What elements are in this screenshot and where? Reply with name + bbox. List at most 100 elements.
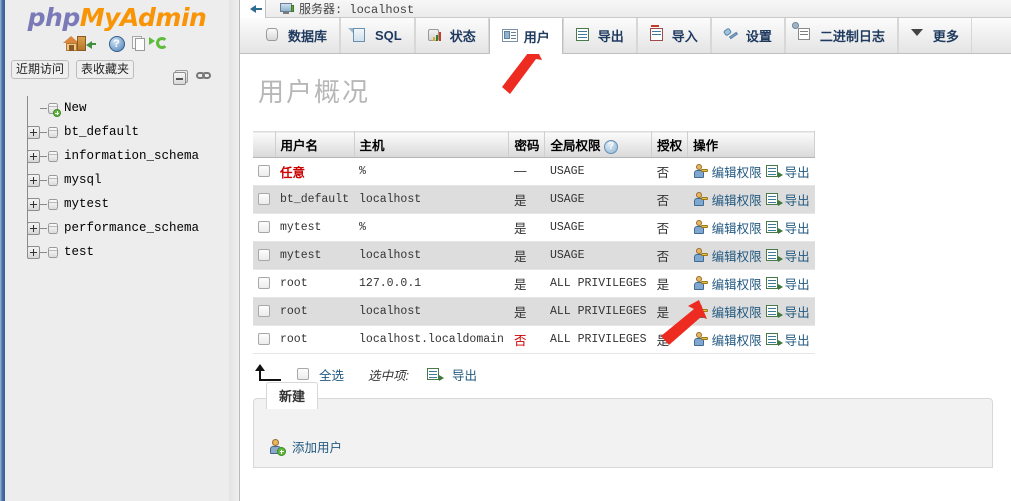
edit-privileges-link[interactable]: 编辑权限 xyxy=(712,162,762,181)
link-with-main-panel-icon[interactable] xyxy=(196,70,213,87)
export-link[interactable]: 导出 xyxy=(785,274,810,293)
reload-icon[interactable] xyxy=(148,36,172,53)
edit-privileges-link[interactable]: 编辑权限 xyxy=(712,218,762,237)
row-checkbox-cell[interactable] xyxy=(253,157,275,186)
back-button[interactable] xyxy=(240,0,266,18)
export-icon[interactable] xyxy=(765,193,783,206)
expand-icon[interactable] xyxy=(27,149,40,163)
edit-privileges-icon[interactable] xyxy=(693,164,708,179)
export-icon[interactable] xyxy=(765,165,783,178)
phpmyadmin-logo[interactable]: phpMyAdmin xyxy=(5,0,229,30)
expand-icon[interactable] xyxy=(27,221,40,235)
cell-actions: 编辑权限 导出 xyxy=(687,185,815,214)
export-icon[interactable] xyxy=(765,277,783,290)
edit-privileges-link[interactable]: 编辑权限 xyxy=(712,190,762,209)
column-header-password[interactable]: 密码 xyxy=(508,131,546,158)
sidebar-content: phpMyAdmin ? 近期访问 表收藏夹 New bt_default in… xyxy=(5,0,229,501)
footer-export-link[interactable]: 导出 xyxy=(452,365,477,384)
collapse-all-icon[interactable] xyxy=(173,70,190,87)
row-checkbox-cell[interactable] xyxy=(253,297,275,326)
cell-host: % xyxy=(354,157,509,186)
check-all-checkbox[interactable] xyxy=(297,368,309,380)
expand-icon[interactable] xyxy=(27,173,40,187)
cell-grant: 是 xyxy=(651,297,688,326)
check-all-label[interactable]: 全选 xyxy=(319,365,344,384)
cell-actions: 编辑权限 导出 xyxy=(687,157,815,186)
tab-status[interactable]: 状态 xyxy=(414,18,489,53)
tree-item-label: bt_default xyxy=(64,125,140,139)
add-user-link[interactable]: 添加用户 xyxy=(292,437,342,456)
tree-item-information_schema[interactable]: information_schema xyxy=(13,144,223,168)
row-checkbox[interactable] xyxy=(258,276,270,289)
tree-item-test[interactable]: test xyxy=(13,240,223,264)
edit-privileges-icon[interactable] xyxy=(693,192,708,207)
new-tab-label[interactable]: 新建 xyxy=(266,382,319,409)
expand-icon[interactable] xyxy=(27,197,40,211)
edit-privileges-link[interactable]: 编辑权限 xyxy=(712,274,762,293)
tree-item-new[interactable]: New xyxy=(13,96,223,120)
export-icon[interactable] xyxy=(765,305,783,318)
table-row[interactable]: 任意 % — USAGE 否 编辑权限 导出 xyxy=(253,157,815,186)
edit-privileges-link[interactable]: 编辑权限 xyxy=(712,302,762,321)
export-icon[interactable] xyxy=(427,367,444,381)
row-checkbox-cell[interactable] xyxy=(253,269,275,298)
edit-privileges-link[interactable]: 编辑权限 xyxy=(712,246,762,265)
row-checkbox[interactable] xyxy=(258,304,270,317)
export-link[interactable]: 导出 xyxy=(785,246,810,265)
export-icon[interactable] xyxy=(765,333,783,346)
edit-privileges-icon[interactable] xyxy=(693,220,708,235)
expand-icon[interactable] xyxy=(27,245,40,259)
help-icon[interactable]: ? xyxy=(108,36,126,53)
edit-privileges-icon[interactable] xyxy=(693,304,708,319)
row-checkbox-cell[interactable] xyxy=(253,185,275,214)
table-row[interactable]: mytest localhost 是 USAGE 否 编辑权限 导出 xyxy=(253,241,815,270)
tab-export[interactable]: 导出 xyxy=(562,18,637,53)
row-checkbox[interactable] xyxy=(258,192,270,205)
row-checkbox[interactable] xyxy=(258,248,270,261)
export-icon[interactable] xyxy=(765,221,783,234)
column-header-username[interactable]: 用户名 xyxy=(275,131,355,158)
expand-icon[interactable] xyxy=(27,125,40,139)
edit-privileges-icon[interactable] xyxy=(693,276,708,291)
tab-more[interactable]: 更多 xyxy=(897,18,972,53)
tab-databases[interactable]: 数据库 xyxy=(254,18,341,53)
logout-icon[interactable] xyxy=(76,36,103,53)
tree-item-mytest[interactable]: mytest xyxy=(13,192,223,216)
row-checkbox-cell[interactable] xyxy=(253,241,275,270)
tree-item-performance_schema[interactable]: performance_schema xyxy=(13,216,223,240)
help-icon[interactable]: ? xyxy=(603,139,618,154)
export-link[interactable]: 导出 xyxy=(785,218,810,237)
table-row[interactable]: root localhost 是 ALL PRIVILEGES 是 编辑权限 导… xyxy=(253,297,815,326)
edit-privileges-link[interactable]: 编辑权限 xyxy=(712,330,762,349)
table-row[interactable]: bt_default localhost 是 USAGE 否 编辑权限 导出 xyxy=(253,185,815,214)
export-link[interactable]: 导出 xyxy=(785,302,810,321)
edit-privileges-icon[interactable] xyxy=(693,332,708,347)
table-row[interactable]: root 127.0.0.1 是 ALL PRIVILEGES 是 编辑权限 导… xyxy=(253,269,815,298)
favorite-tables-button[interactable]: 表收藏夹 xyxy=(76,60,135,79)
column-header-host[interactable]: 主机 xyxy=(354,131,510,158)
export-link[interactable]: 导出 xyxy=(785,330,810,349)
column-header-global-privileges[interactable]: 全局权限 ? xyxy=(544,131,653,158)
export-link[interactable]: 导出 xyxy=(785,162,810,181)
tab-import[interactable]: 导入 xyxy=(636,18,711,53)
export-icon[interactable] xyxy=(765,249,783,262)
row-checkbox[interactable] xyxy=(258,164,270,177)
tree-item-mysql[interactable]: mysql xyxy=(13,168,223,192)
edit-privileges-icon[interactable] xyxy=(693,248,708,263)
export-link[interactable]: 导出 xyxy=(785,190,810,209)
row-checkbox-cell[interactable] xyxy=(253,325,275,354)
tree-item-bt_default[interactable]: bt_default xyxy=(13,120,223,144)
row-checkbox-cell[interactable] xyxy=(253,213,275,242)
table-row[interactable]: mytest % 是 USAGE 否 编辑权限 导出 xyxy=(253,213,815,242)
table-row[interactable]: root localhost.localdomain 否 ALL PRIVILE… xyxy=(253,325,815,354)
tab-binary-log[interactable]: 二进制日志 xyxy=(784,18,898,53)
tab-settings[interactable]: 设置 xyxy=(710,18,785,53)
column-header-grant[interactable]: 授权 xyxy=(651,131,689,158)
row-checkbox[interactable] xyxy=(258,332,270,345)
tab-users[interactable]: 用户 xyxy=(488,18,563,54)
row-checkbox[interactable] xyxy=(258,220,270,233)
recent-tables-button[interactable]: 近期访问 xyxy=(11,60,70,79)
add-user-row[interactable]: 添加用户 xyxy=(268,437,342,456)
docs-icon[interactable] xyxy=(131,36,149,53)
tab-sql[interactable]: SQL xyxy=(340,18,415,53)
